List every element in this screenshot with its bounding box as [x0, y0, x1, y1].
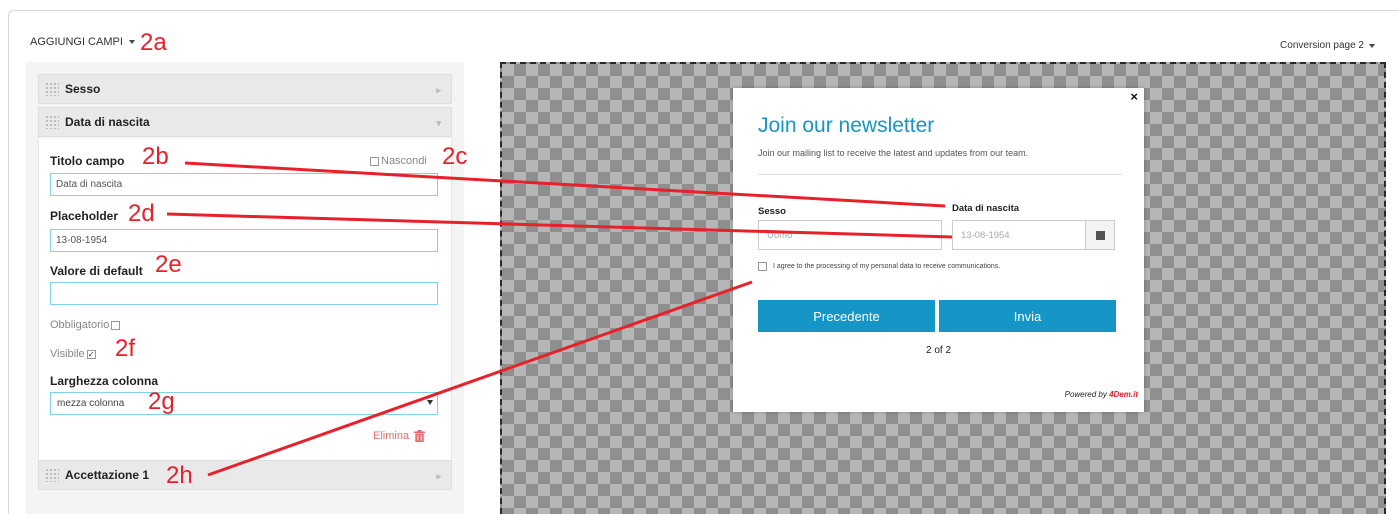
- chevron-right-icon: ▸: [436, 85, 441, 95]
- hide-label: Nascondi: [381, 155, 427, 167]
- annotation-2e: 2e: [155, 251, 182, 278]
- trash-icon: [414, 430, 426, 442]
- calendar-button[interactable]: [1085, 220, 1115, 250]
- add-fields-menu[interactable]: AGGIUNGI CAMPI: [30, 36, 135, 48]
- checkbox-icon[interactable]: [758, 262, 767, 271]
- sex-label: Sesso: [758, 206, 786, 217]
- default-value-input[interactable]: [50, 282, 438, 305]
- chevron-down-icon: ▾: [436, 118, 441, 128]
- placeholder-label: Placeholder: [50, 209, 119, 223]
- checkbox-checked-icon[interactable]: ✓: [86, 349, 96, 359]
- visible-label: Visibile: [50, 348, 85, 360]
- field-item-label: Sesso: [65, 82, 101, 96]
- checkbox-icon[interactable]: [111, 320, 121, 330]
- field-item-label: Data di nascita: [65, 115, 150, 129]
- annotation-2g: 2g: [148, 388, 175, 415]
- previous-button[interactable]: Precedente: [758, 300, 935, 332]
- popup-title: Join our newsletter: [758, 114, 935, 137]
- drag-handle-icon[interactable]: [45, 82, 59, 96]
- brand-logo[interactable]: 4Dem.it: [1109, 390, 1138, 399]
- annotation-2b: 2b: [142, 143, 169, 170]
- placeholder-input[interactable]: [50, 229, 438, 252]
- column-width-value: mezza colonna: [57, 398, 125, 409]
- field-title-input[interactable]: [50, 173, 438, 196]
- field-title-label: Titolo campo: [50, 154, 125, 168]
- annotation-2d: 2d: [128, 200, 155, 227]
- agree-checkbox[interactable]: I agree to the processing of my personal…: [758, 262, 1000, 271]
- visible-checkbox[interactable]: Visibile ✓: [50, 348, 96, 360]
- divider: [758, 174, 1122, 175]
- sex-field[interactable]: Uomo: [758, 220, 942, 250]
- conversion-page-dropdown[interactable]: Conversion page 2: [1280, 40, 1375, 51]
- drag-handle-icon[interactable]: [45, 468, 59, 482]
- column-width-label: Larghezza colonna: [50, 374, 159, 388]
- agree-label: I agree to the processing of my personal…: [773, 263, 1001, 270]
- newsletter-popup: × Join our newsletter Join our mailing l…: [733, 88, 1144, 412]
- required-checkbox[interactable]: Obbligatorio: [50, 319, 121, 331]
- chevron-down-icon: [427, 400, 433, 405]
- conversion-page-label: Conversion page 2: [1280, 40, 1364, 51]
- annotation-2f: 2f: [115, 335, 136, 362]
- chevron-right-icon: ▸: [436, 471, 441, 481]
- submit-button[interactable]: Invia: [939, 300, 1116, 332]
- field-item-sesso[interactable]: Sesso ▸: [38, 74, 452, 104]
- page-indicator: 2 of 2: [925, 345, 952, 356]
- annotation-2a: 2a: [140, 29, 167, 56]
- dob-label: Data di nascita: [952, 203, 1020, 214]
- calendar-icon: [1095, 230, 1105, 240]
- powered-by: Powered by 4Dem.it: [1065, 390, 1138, 399]
- field-item-accettazione[interactable]: Accettazione 1 ▸: [38, 460, 452, 490]
- add-fields-label: AGGIUNGI CAMPI: [30, 36, 123, 48]
- hide-checkbox[interactable]: Nascondi: [370, 155, 427, 167]
- delete-button[interactable]: Elimina: [373, 430, 426, 442]
- chevron-down-icon: [1369, 43, 1375, 48]
- delete-label: Elimina: [373, 430, 410, 442]
- field-item-data-di-nascita[interactable]: Data di nascita ▾: [38, 107, 452, 137]
- powered-by-label: Powered by: [1064, 390, 1107, 399]
- annotation-2c: 2c: [442, 143, 468, 170]
- drag-handle-icon[interactable]: [45, 115, 59, 129]
- default-value-label: Valore di default: [50, 264, 143, 278]
- popup-subtitle: Join our mailing list to receive the lat…: [758, 148, 1029, 158]
- annotation-2h: 2h: [166, 462, 193, 489]
- close-icon[interactable]: ×: [1130, 89, 1138, 104]
- dob-field[interactable]: 13-08-1954: [952, 220, 1086, 250]
- checkbox-icon[interactable]: [370, 156, 379, 166]
- chevron-down-icon: [128, 40, 135, 44]
- field-item-label: Accettazione 1: [65, 468, 150, 482]
- column-width-select[interactable]: mezza colonna: [50, 392, 438, 415]
- required-label: Obbligatorio: [50, 319, 110, 331]
